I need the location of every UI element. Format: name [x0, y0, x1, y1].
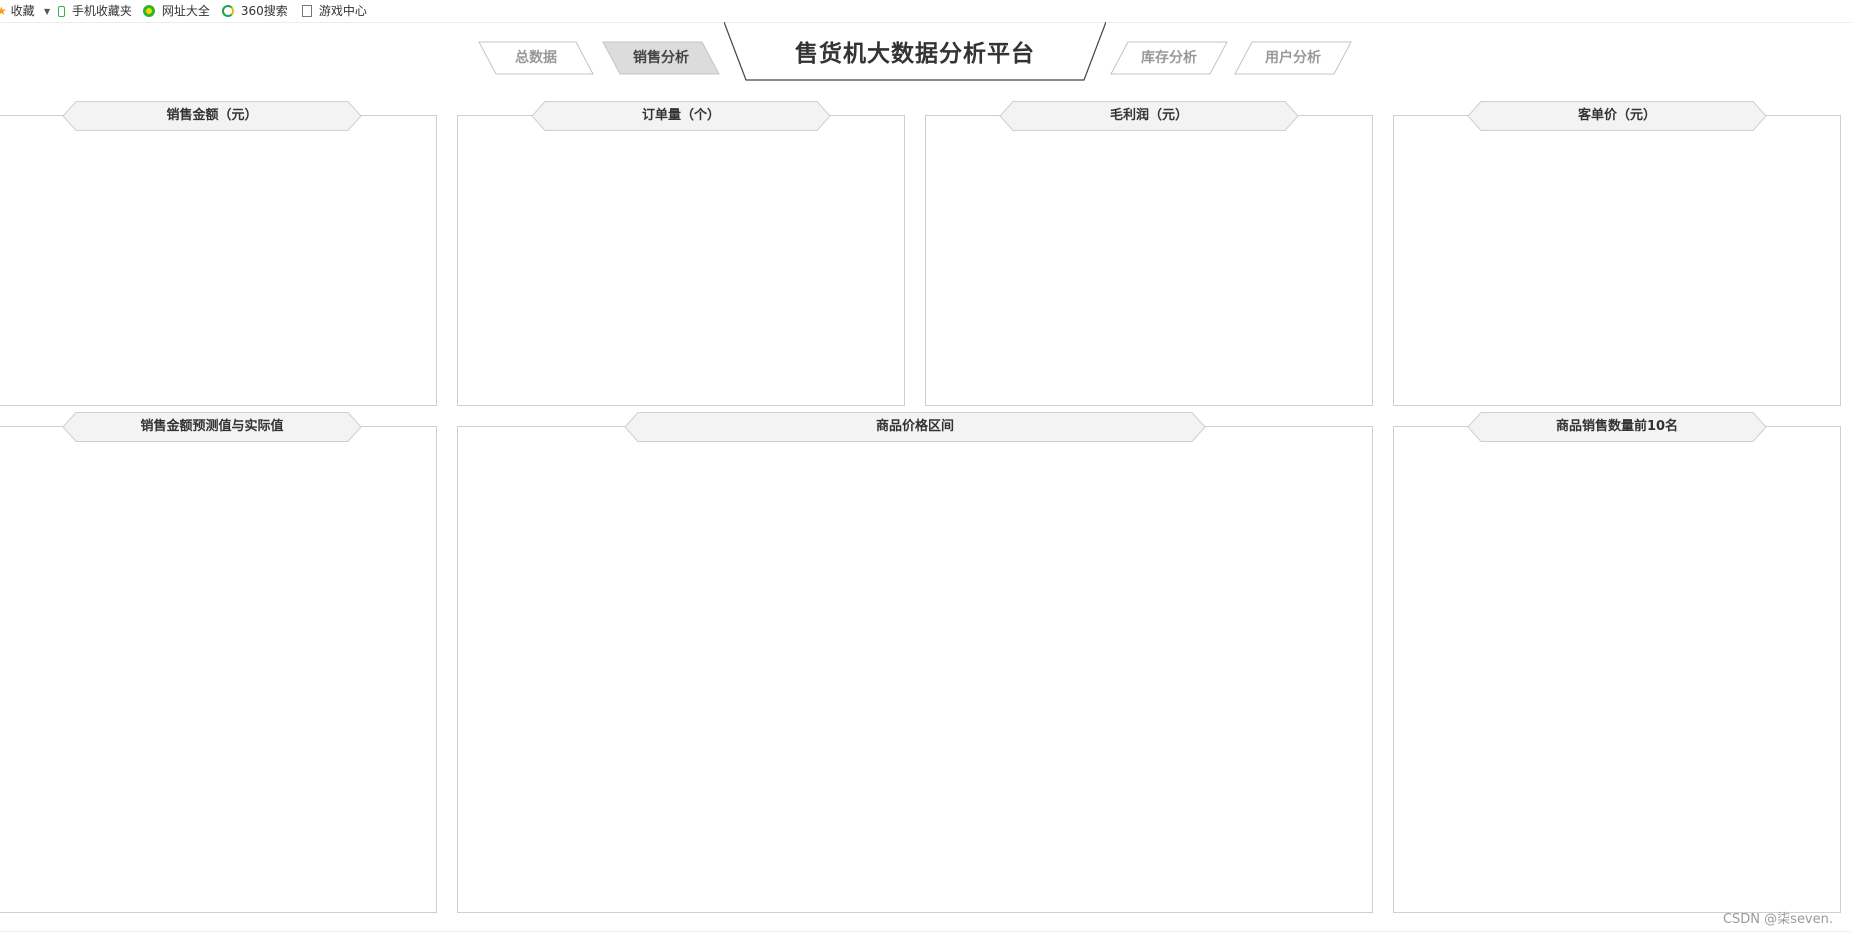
gross-profit-panel-title: 毛利润（元）: [999, 101, 1299, 131]
360-search-icon: [222, 5, 234, 17]
top10-products-panel: [1393, 426, 1841, 913]
gross-profit-panel: [925, 115, 1373, 406]
bookmark-game-center[interactable]: 游戏中心: [302, 3, 367, 19]
tab-inventory-analysis-label: 库存分析: [1141, 50, 1197, 66]
phone-icon: [58, 6, 65, 17]
avg-order-value-panel: [1393, 115, 1841, 406]
order-count-panel-title: 订单量（个）: [531, 101, 831, 131]
tab-sales-analysis[interactable]: 销售分析: [602, 41, 720, 75]
tab-inventory-analysis[interactable]: 库存分析: [1110, 41, 1228, 75]
sales-forecast-title-text: 销售金额预测值与实际值: [140, 419, 284, 434]
tab-user-analysis-label: 用户分析: [1265, 50, 1321, 66]
price-range-title-text: 商品价格区间: [875, 419, 954, 434]
sales-amount-title-text: 销售金额（元）: [166, 108, 258, 123]
globe-icon: [143, 5, 155, 17]
price-range-panel-title: 商品价格区间: [624, 412, 1206, 442]
divider: [0, 931, 1851, 932]
tab-total-data-label: 总数据: [515, 50, 557, 66]
bookmark-favorites[interactable]: ★ 收藏: [0, 3, 35, 19]
bookmark-360-search[interactable]: 360搜索: [222, 3, 288, 19]
star-icon: ★: [0, 4, 7, 18]
top10-products-panel-title: 商品销售数量前10名: [1467, 412, 1767, 442]
bookmark-site-directory-label: 网址大全: [161, 4, 210, 18]
page-icon: [302, 5, 312, 17]
sales-amount-panel: [0, 115, 437, 406]
tab-user-analysis[interactable]: 用户分析: [1234, 41, 1352, 75]
price-range-panel: [457, 426, 1373, 913]
bookmark-favorites-label: 收藏: [10, 4, 35, 18]
bookmark-mobile-favorites[interactable]: 手机收藏夹: [58, 3, 132, 19]
page-title: 售货机大数据分析平台: [795, 41, 1035, 67]
order-count-title-text: 订单量（个）: [641, 108, 720, 123]
order-count-panel: [457, 115, 905, 406]
bookmark-360-search-label: 360搜索: [240, 4, 288, 18]
sales-amount-panel-title: 销售金额（元）: [62, 101, 362, 131]
bookmark-game-center-label: 游戏中心: [318, 4, 367, 18]
watermark: CSDN @柒seven.: [1722, 912, 1833, 927]
gross-profit-title-text: 毛利润（元）: [1109, 108, 1188, 123]
sales-forecast-panel: [0, 426, 437, 913]
tab-sales-analysis-label: 销售分析: [633, 50, 689, 66]
avg-order-value-title-text: 客单价（元）: [1577, 108, 1656, 123]
top10-products-title-text: 商品销售数量前10名: [1555, 419, 1679, 434]
bookmark-bar: ★ 收藏 ▼ 手机收藏夹 网址大全 360搜索 游戏中心: [0, 0, 1851, 23]
chevron-down-icon[interactable]: ▼: [44, 4, 50, 20]
avg-order-value-panel-title: 客单价（元）: [1467, 101, 1767, 131]
tab-total-data[interactable]: 总数据: [478, 41, 594, 75]
sales-forecast-panel-title: 销售金额预测值与实际值: [62, 412, 362, 442]
platform-title-banner: 售货机大数据分析平台: [724, 22, 1106, 82]
bookmark-site-directory[interactable]: 网址大全: [143, 3, 210, 19]
bookmark-mobile-favorites-label: 手机收藏夹: [71, 4, 132, 18]
